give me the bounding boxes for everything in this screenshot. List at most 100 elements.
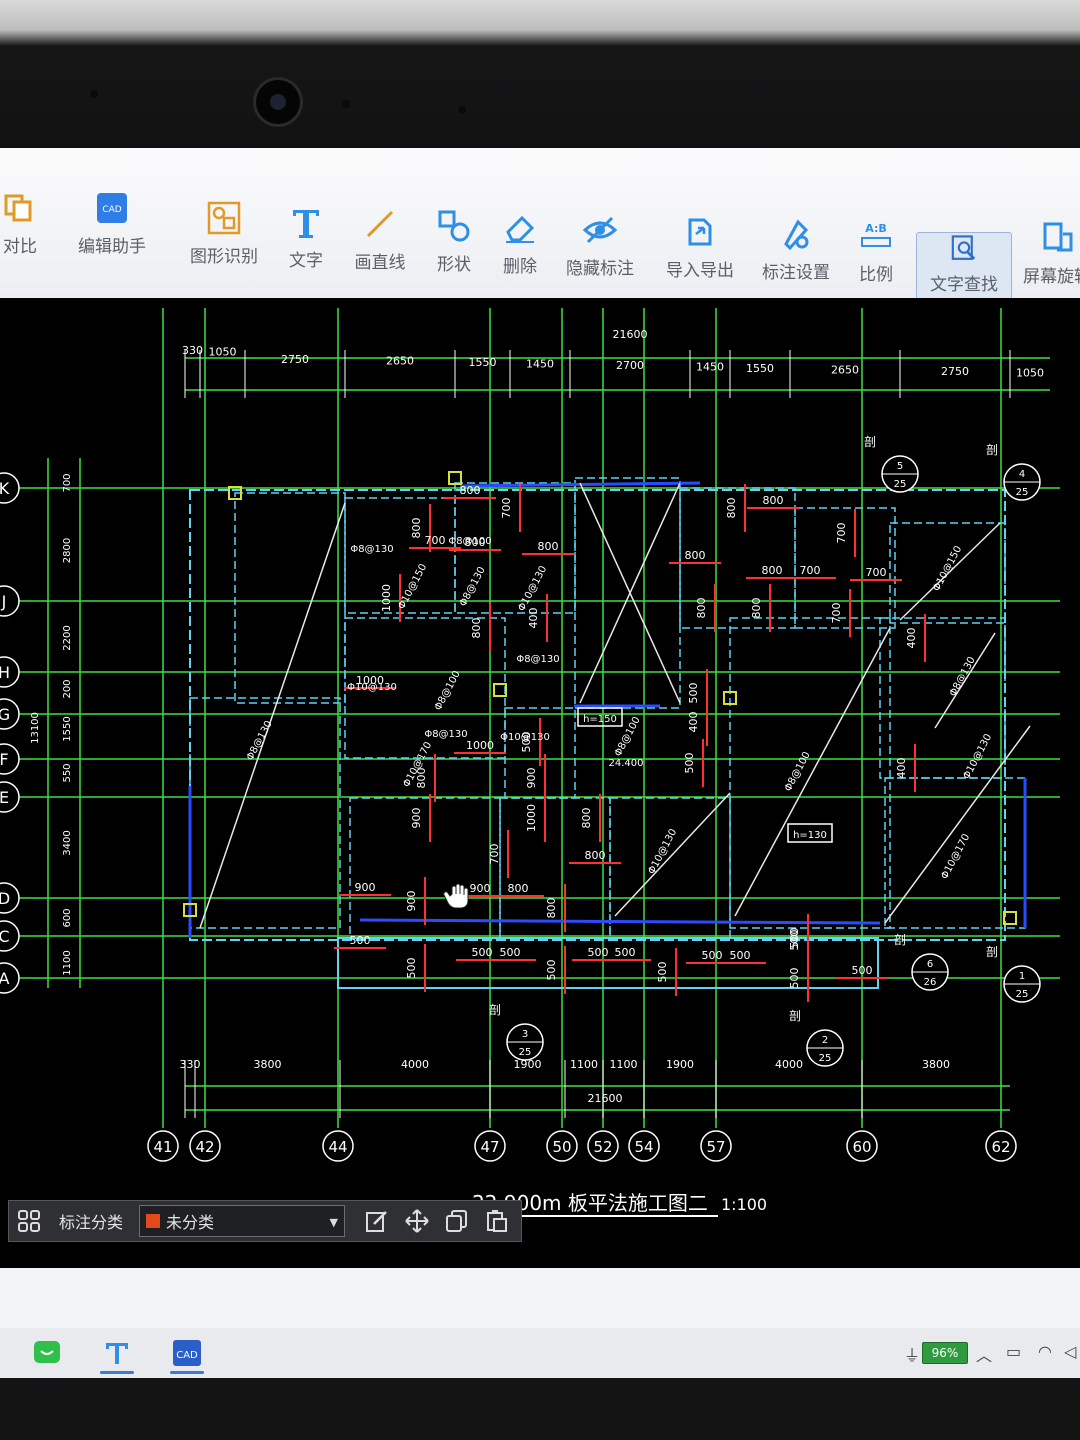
shape-button[interactable]: 形状 — [430, 166, 478, 316]
left-total-dimension-text: 13100 — [30, 712, 41, 744]
hide-annotation-label: 隐藏标注 — [566, 258, 634, 279]
edit-annotation-button[interactable] — [357, 1201, 397, 1241]
section-mark-number: 3 — [522, 1029, 528, 1040]
rebar-length-label: 1000 — [525, 804, 538, 832]
section-mark-sheet: 26 — [924, 977, 937, 988]
rebar-length-label: 800 — [695, 598, 708, 619]
rebar-length-label: 500 — [852, 964, 873, 977]
bottom-dimension-text: 1900 — [666, 1058, 694, 1071]
section-mark-sheet: 25 — [819, 1053, 832, 1064]
rebar-length-label: 700 — [800, 564, 821, 577]
slab-rebar-label: Φ10@130 — [961, 732, 994, 781]
category-color-swatch — [146, 1214, 161, 1228]
section-cut-label: 剖 — [986, 443, 998, 457]
column-axis-label: 54 — [634, 1138, 653, 1156]
shape-label: 形状 — [437, 254, 471, 275]
rebar-length-label: 500 — [472, 946, 493, 959]
sensor-dot — [458, 106, 466, 114]
status-strip — [0, 1268, 1080, 1328]
shape-recognize-button[interactable]: 图形识别 — [184, 158, 264, 308]
slab-diagonal — [734, 627, 891, 917]
rebar-length-label: 800 — [410, 518, 423, 539]
floor-plan-drawing: KJHGFEDCA41 42 44 47 50 52 54 57 60 62330 10502750… — [0, 308, 1060, 1217]
section-cut-label: 剖 — [489, 1003, 501, 1017]
screen: 对比 CAD 编辑助手 图形识别 文字 画直线 形状 删除 隐藏标注 导入导出 … — [0, 148, 1080, 1378]
taskbar-app-cad[interactable]: CAD — [164, 1332, 210, 1374]
slab-rebar-label: Φ8@130 — [948, 655, 978, 698]
paste-annotation-button[interactable] — [477, 1201, 517, 1241]
section-mark-number: 5 — [897, 461, 903, 472]
slab-label: h=130 — [793, 830, 827, 841]
left-dimension-text: 1550 — [62, 716, 73, 741]
rebar-length-label: 500 — [683, 753, 696, 774]
left-dimension-text: 1100 — [62, 950, 73, 975]
compare-label: 对比 — [3, 236, 37, 257]
battery-icon[interactable]: ▭ — [1006, 1342, 1021, 1361]
slab-rebar-label: Φ8@130 — [245, 719, 275, 762]
section-cut-label: 剖 — [864, 435, 876, 449]
text-search-label: 文字查找 — [930, 275, 998, 295]
grid-menu-icon[interactable] — [9, 1209, 49, 1233]
sensor-dot — [342, 100, 350, 108]
taskbar-app-text-editor[interactable] — [94, 1332, 140, 1374]
draw-line-button[interactable]: 画直线 — [348, 164, 412, 314]
svg-text:CAD: CAD — [102, 205, 121, 215]
annotation-category-select[interactable]: 未分类 ▼ — [139, 1205, 346, 1237]
copy-annotation-button[interactable] — [437, 1201, 477, 1241]
chevron-down-icon: ▼ — [329, 1216, 339, 1229]
left-dimension-text: 550 — [62, 763, 73, 782]
wifi-icon[interactable]: ◠ — [1038, 1342, 1052, 1361]
slab-rebar-label: Φ10@170 — [939, 832, 972, 881]
battery-indicator[interactable]: 96% — [922, 1342, 968, 1364]
rebar-length-label: 400 — [527, 608, 540, 629]
rebar-length-label: 800 — [725, 498, 738, 519]
edit-assistant-button[interactable]: CAD 编辑助手 — [70, 148, 154, 298]
rebar-length-label: 500 — [702, 949, 723, 962]
rebar-length-label: 800 — [580, 808, 593, 829]
column-axis-label: 50 — [552, 1138, 571, 1156]
taskbar-app-chat[interactable] — [24, 1332, 70, 1374]
import-export-label: 导入导出 — [666, 260, 734, 281]
annotation-category-bar: 标注分类 未分类 ▼ — [8, 1200, 522, 1242]
top-dimension-text: 2700 — [616, 359, 644, 372]
slab-panel — [609, 797, 731, 939]
slab-rebar-label: Φ8@130 — [458, 565, 488, 608]
column-axis-label: 44 — [328, 1138, 347, 1156]
left-dimension-text: 2800 — [62, 538, 73, 563]
rebar-length-label: 800 — [545, 898, 558, 919]
text-search-button[interactable]: 文字查找 — [916, 232, 1012, 300]
rebar-length-label: 700 — [488, 844, 501, 865]
section-cut-label: 剖 — [789, 1009, 801, 1023]
section-mark-sheet: 25 — [894, 479, 907, 490]
rebar-length-label: 500 — [788, 930, 801, 951]
slab-label: Φ8@130 — [516, 654, 559, 665]
slab-label: Φ10@130 — [347, 682, 397, 693]
slab-diagonal — [199, 502, 346, 929]
windows-taskbar: CAD ⏚ 96% ︿ ▭ ◠ ◁ — [0, 1328, 1080, 1378]
rebar-length-label: 400 — [687, 712, 700, 733]
rebar-length-label: 800 — [685, 549, 706, 562]
compare-button[interactable]: 对比 — [0, 148, 44, 298]
slab-label: 24.400 — [609, 758, 644, 769]
chevron-up-icon[interactable]: ︿ — [976, 1342, 992, 1366]
row-axis-label: D — [0, 889, 10, 908]
delete-button[interactable]: 删除 — [496, 168, 544, 318]
bottom-dimension-text: 1100 — [610, 1058, 638, 1071]
rebar-length-label: 500 — [656, 962, 669, 983]
column-axis-label: 60 — [852, 1138, 871, 1156]
line-icon — [366, 210, 394, 237]
bottom-dimension-text: 330 — [180, 1058, 201, 1071]
text-button[interactable]: 文字 — [282, 162, 330, 312]
move-annotation-button[interactable] — [397, 1201, 437, 1241]
rebar-length-label: 800 — [460, 484, 481, 497]
section-mark-number: 2 — [822, 1035, 828, 1046]
copy-icon — [446, 1210, 468, 1232]
slab-label: Φ8@130 — [350, 544, 393, 555]
speaker-icon[interactable]: ◁ — [1064, 1342, 1076, 1361]
rebar-length-label: 1000 — [466, 739, 494, 752]
top-dimension-text: 1550 — [746, 362, 774, 375]
left-dimension-text: 3400 — [62, 830, 73, 855]
cad-drawing-canvas[interactable]: K J H G F E D C A 41 42 44 47 50 52 54 57 60 62 330 1050 2750… — [0, 298, 1080, 1268]
chat-app-icon — [34, 1341, 60, 1363]
column-axis-label: 47 — [480, 1138, 499, 1156]
